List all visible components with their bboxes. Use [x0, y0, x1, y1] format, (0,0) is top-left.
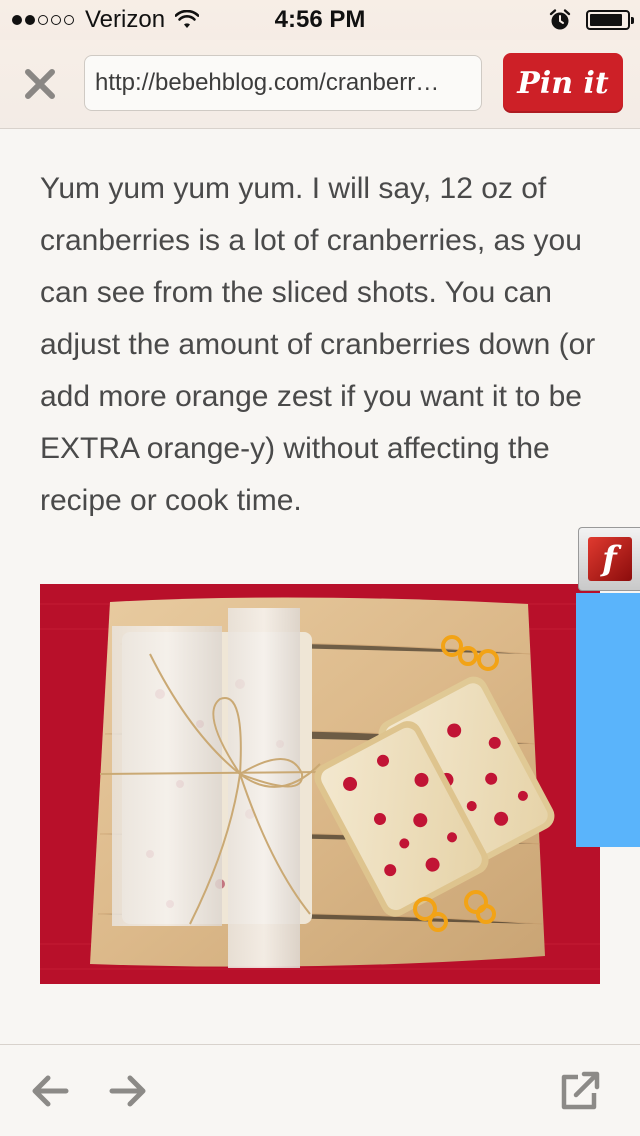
side-blue-panel	[576, 593, 640, 847]
article-paragraph: Yum yum yum yum. I will say, 12 oz of cr…	[40, 172, 596, 517]
close-x-icon[interactable]	[20, 64, 60, 104]
status-bar: Verizon 4:56 PM	[0, 0, 640, 40]
pin-it-button[interactable]: Pin it	[503, 53, 623, 113]
bottom-toolbar	[0, 1044, 640, 1136]
parchment-wrap-left	[112, 626, 222, 926]
url-field[interactable]: http://bebehblog.com/cranberr…	[84, 55, 482, 111]
adobe-flash-icon: f	[587, 537, 632, 581]
browser-toolbar: http://bebehblog.com/cranberr… Pin it	[0, 40, 640, 129]
battery-level-fill	[590, 14, 623, 26]
open-external-icon[interactable]	[558, 1069, 602, 1113]
battery-icon	[586, 10, 634, 30]
cranberry-bread-photo	[40, 584, 600, 984]
parchment-wrap-right	[228, 608, 300, 968]
battery-tip	[631, 17, 634, 24]
page-content[interactable]: Yum yum yum yum. I will say, 12 oz of cr…	[0, 129, 640, 1044]
clock: 4:56 PM	[274, 6, 366, 33]
browser-screen: Verizon 4:56 PM http://bebehblog.com/cra…	[0, 0, 640, 1136]
arrow-right-icon[interactable]	[106, 1069, 150, 1113]
flash-plugin-badge[interactable]: f	[578, 527, 640, 591]
status-right	[548, 8, 634, 32]
arrow-left-icon[interactable]	[28, 1069, 72, 1113]
alarm-clock-icon	[549, 9, 571, 30]
url-text: http://bebehblog.com/cranberr…	[95, 69, 440, 96]
